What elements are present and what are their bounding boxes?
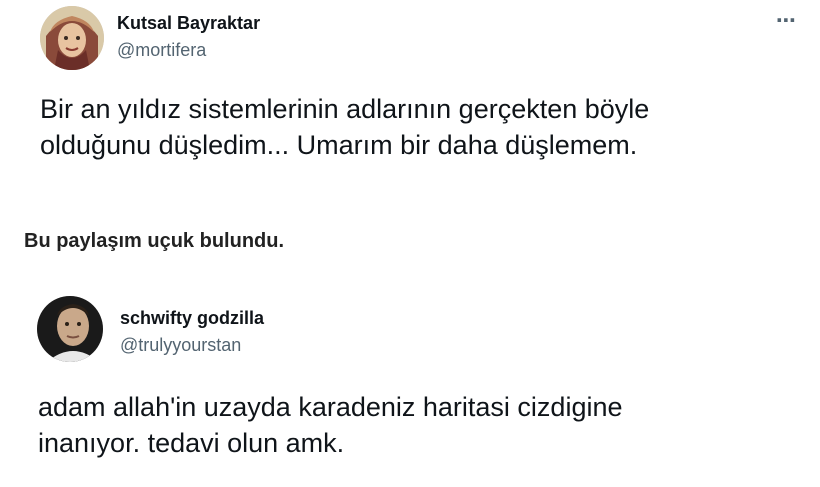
user-handle[interactable]: @mortifera	[117, 40, 206, 61]
tweet-card: schwifty godzilla @trulyyourstan adam al…	[0, 278, 820, 487]
display-name[interactable]: Kutsal Bayraktar	[117, 13, 260, 34]
tweet-card: Kutsal Bayraktar @mortifera ⋯ Bir an yıl…	[0, 0, 820, 185]
display-name[interactable]: schwifty godzilla	[120, 308, 264, 329]
avatar-image	[37, 296, 103, 362]
avatar-image	[40, 6, 104, 70]
avatar[interactable]	[37, 296, 103, 362]
avatar[interactable]	[40, 6, 104, 70]
caption: Bu paylaşım uçuk bulundu.	[24, 230, 285, 252]
tweet-text: adam allah'in uzayda karadeniz haritasi …	[38, 392, 623, 458]
user-handle[interactable]: @trulyyourstan	[120, 335, 241, 356]
more-options-icon[interactable]: ⋯	[776, 8, 797, 33]
tweet-text: Bir an yıldız sistemlerinin adlarının ge…	[40, 94, 650, 160]
